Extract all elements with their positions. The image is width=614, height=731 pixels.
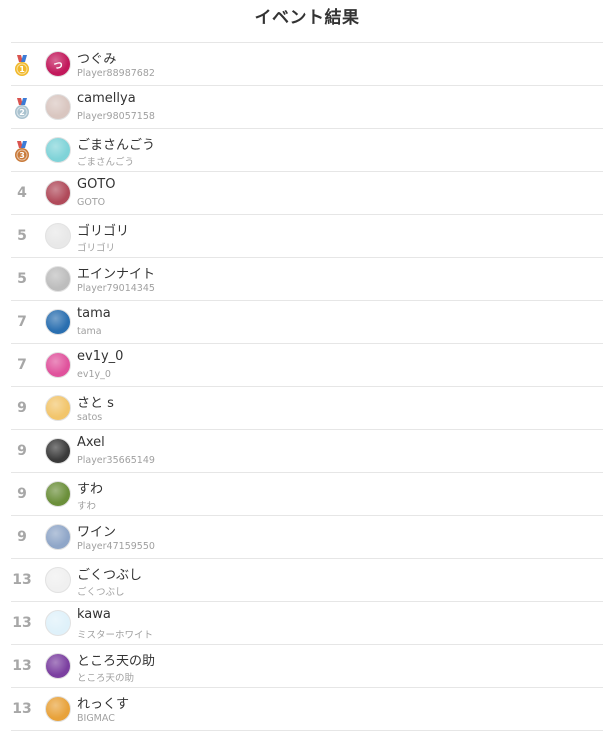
- results-list: 1 っつぐみ Player88987682 2 camellya Player980571…: [11, 42, 603, 731]
- rank-number: 9: [17, 529, 27, 545]
- player-name[interactable]: GOTO: [77, 177, 115, 192]
- avatar-suwa[interactable]: [45, 481, 71, 507]
- silver-medal-icon: 2: [13, 98, 31, 120]
- result-row[interactable]: 3 ごまさんごう ごまさんごう: [11, 129, 603, 172]
- rank-number: 13: [12, 701, 32, 717]
- avatar-initial: っ: [52, 58, 64, 71]
- medal-number: 3: [19, 151, 25, 160]
- player-id: Player79014345: [77, 283, 155, 294]
- player-name[interactable]: Axel: [77, 435, 105, 450]
- player-name[interactable]: ごまさんごう: [77, 134, 155, 153]
- player-name[interactable]: ところ天の助: [77, 650, 155, 669]
- avatar-axel[interactable]: [45, 438, 71, 464]
- rank-number: 13: [12, 615, 32, 631]
- result-row[interactable]: 4 GOTO GOTO: [11, 172, 603, 215]
- result-row[interactable]: 9 Axel Player35665149: [11, 430, 603, 473]
- player-name[interactable]: れっくす: [77, 693, 129, 712]
- result-row[interactable]: 13 ところ天の助 ところ天の助: [11, 645, 603, 688]
- player-id: ごくつぶし: [77, 587, 125, 598]
- player-name[interactable]: すわ: [77, 478, 103, 497]
- player-name[interactable]: camellya: [77, 91, 136, 106]
- player-id: ところ天の助: [77, 673, 135, 684]
- rank-number: 9: [17, 443, 27, 459]
- avatar-gorigori[interactable]: [45, 223, 71, 249]
- avatar-gokutsubushi[interactable]: [45, 567, 71, 593]
- player-name[interactable]: ワイン: [77, 521, 116, 540]
- result-row[interactable]: 7 tama tama: [11, 301, 603, 344]
- player-id: Player88987682: [77, 68, 155, 79]
- medal-number: 1: [19, 65, 25, 74]
- player-name[interactable]: kawa: [77, 607, 111, 622]
- player-id: ev1y_0: [77, 369, 111, 380]
- player-name[interactable]: ゴリゴリ: [77, 220, 129, 239]
- result-row[interactable]: 1 っつぐみ Player88987682: [11, 43, 603, 86]
- result-row[interactable]: 9 ワイン Player47159550: [11, 516, 603, 559]
- result-row[interactable]: 13 ごくつぶし ごくつぶし: [11, 559, 603, 602]
- avatar-tsugumi[interactable]: っ: [45, 51, 71, 77]
- player-name[interactable]: tama: [77, 306, 111, 321]
- page-title: イベント結果: [254, 8, 360, 28]
- avatar-gomasangou[interactable]: [45, 137, 71, 163]
- result-row[interactable]: 13 kawa ミスターホワイト: [11, 602, 603, 645]
- result-row[interactable]: 5 ゴリゴリ ゴリゴリ: [11, 215, 603, 258]
- avatar-goto[interactable]: [45, 180, 71, 206]
- player-id: Player47159550: [77, 541, 155, 552]
- player-name[interactable]: ev1y_0: [77, 349, 123, 364]
- rank-number: 5: [17, 228, 27, 244]
- player-id: tama: [77, 326, 102, 337]
- avatar-tama[interactable]: [45, 309, 71, 335]
- player-id: Player98057158: [77, 111, 155, 122]
- player-name[interactable]: ごくつぶし: [77, 564, 142, 583]
- avatar-satos[interactable]: [45, 395, 71, 421]
- avatar-tokoroten[interactable]: [45, 653, 71, 679]
- player-id: satos: [77, 412, 103, 423]
- player-id: ごまさんごう: [77, 157, 135, 168]
- rank-number: 7: [17, 314, 27, 330]
- avatar-ev1y[interactable]: [45, 352, 71, 378]
- result-row[interactable]: 7 ev1y_0 ev1y_0: [11, 344, 603, 387]
- player-id: ミスターホワイト: [77, 630, 154, 641]
- rank-number: 9: [17, 400, 27, 416]
- avatar-wine[interactable]: [45, 524, 71, 550]
- avatar-camellya[interactable]: [45, 94, 71, 120]
- rank-number: 9: [17, 486, 27, 502]
- player-id: すわ: [77, 501, 97, 512]
- rank-number: 7: [17, 357, 27, 373]
- result-row[interactable]: 9 さと s satos: [11, 387, 603, 430]
- player-id: Player35665149: [77, 455, 155, 466]
- gold-medal-icon: 1: [13, 55, 31, 77]
- player-id: BIGMAC: [77, 713, 115, 724]
- medal-number: 2: [19, 108, 25, 117]
- rank-number: 5: [17, 271, 27, 287]
- avatar-einknight[interactable]: [45, 266, 71, 292]
- player-id: ゴリゴリ: [77, 243, 116, 254]
- player-name[interactable]: さと s: [77, 392, 114, 411]
- player-id: GOTO: [77, 197, 106, 208]
- rank-number: 13: [12, 658, 32, 674]
- player-name[interactable]: つぐみ: [77, 48, 116, 67]
- player-name[interactable]: エインナイト: [77, 263, 155, 282]
- avatar-kawa[interactable]: [45, 610, 71, 636]
- avatar-rex[interactable]: [45, 696, 71, 722]
- result-row[interactable]: 5 エインナイト Player79014345: [11, 258, 603, 301]
- rank-number: 13: [12, 572, 32, 588]
- result-row[interactable]: 2 camellya Player98057158: [11, 86, 603, 129]
- result-row[interactable]: 9 すわ すわ: [11, 473, 603, 516]
- bronze-medal-icon: 3: [13, 141, 31, 163]
- result-row[interactable]: 13 れっくす BIGMAC: [11, 688, 603, 731]
- rank-number: 4: [17, 185, 27, 201]
